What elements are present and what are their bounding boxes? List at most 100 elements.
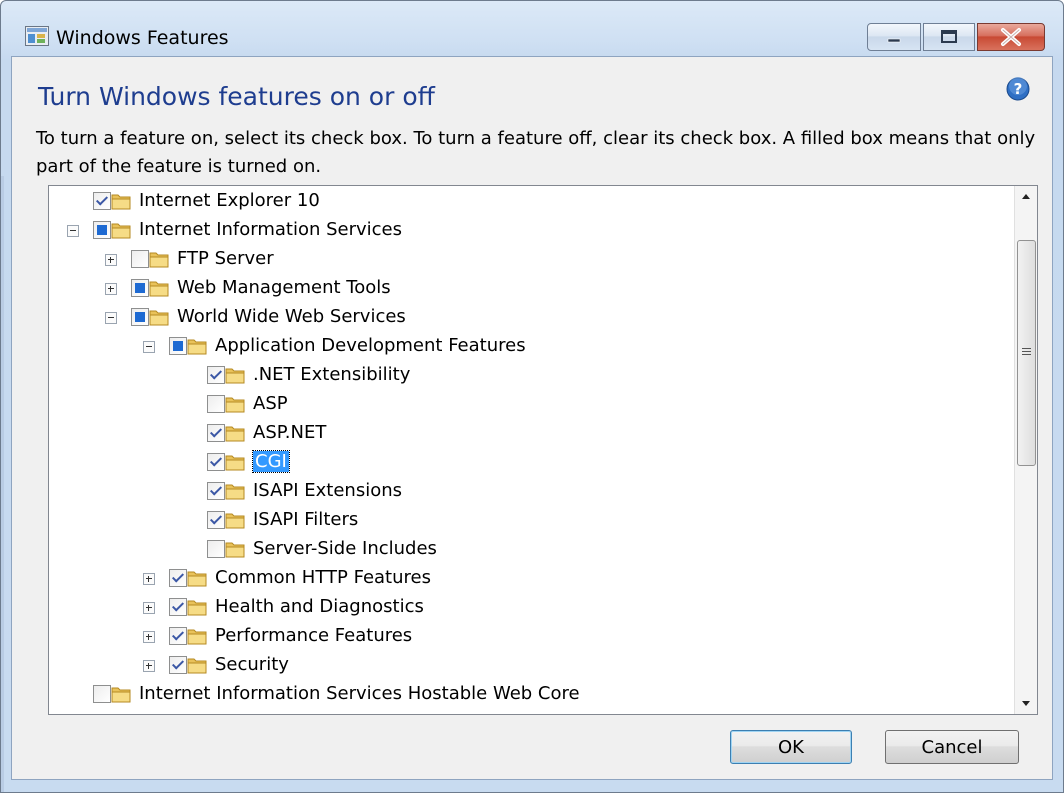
help-icon[interactable]: ? [1006,77,1030,101]
tree-item-label: Application Development Features [215,335,526,356]
feature-checkbox[interactable] [131,308,149,326]
feature-checkbox[interactable] [93,685,111,703]
tree-item[interactable]: ISAPI Filters [49,506,1009,535]
tree-item[interactable]: ISAPI Extensions [49,477,1009,506]
windows-features-window: Windows Features Turn Windows features o… [0,0,1064,793]
tree-item-label: Health and Diagnostics [215,596,424,617]
tree-item[interactable]: Web Management Tools [49,274,1009,303]
folder-icon [149,249,169,268]
vertical-scrollbar[interactable] [1014,186,1037,714]
folder-icon [225,365,245,384]
feature-checkbox[interactable] [169,656,187,674]
tree-item-label: Internet Explorer 10 [139,190,320,211]
folder-icon [111,191,131,210]
tree-item-label: Internet Information Services [139,219,403,240]
folder-icon [225,423,245,442]
title-bar[interactable]: Windows Features [1,1,1063,51]
expand-icon[interactable] [143,660,155,672]
tree-item[interactable]: FTP Server [49,245,1009,274]
feature-checkbox[interactable] [93,221,111,239]
tree-item[interactable]: Internet Information Services Hostable W… [49,680,1009,709]
tree-item[interactable]: .NET Extensibility [49,361,1009,390]
feature-checkbox[interactable] [207,482,225,500]
tree-item[interactable]: Performance Features [49,622,1009,651]
tree-item[interactable]: CGI [49,448,1009,477]
close-button[interactable] [977,23,1045,51]
page-title: Turn Windows features on or off [38,82,435,111]
collapse-icon[interactable] [105,312,117,324]
tree-item[interactable]: Health and Diagnostics [49,593,1009,622]
collapse-icon[interactable] [143,341,155,353]
tree-item[interactable]: World Wide Web Services [49,303,1009,332]
window-frame-edge [1,176,4,792]
tree-item-label: World Wide Web Services [177,306,406,327]
folder-icon [111,684,131,703]
folder-icon [149,278,169,297]
folder-icon [187,655,207,674]
feature-checkbox[interactable] [207,511,225,529]
folder-icon [225,510,245,529]
windows-features-icon [25,26,49,46]
feature-checkbox[interactable] [131,250,149,268]
tree-item[interactable]: ASP [49,390,1009,419]
tree-item-label: ISAPI Filters [253,509,359,530]
feature-checkbox[interactable] [169,598,187,616]
folder-icon [187,336,207,355]
tree-item[interactable]: Internet Information Services [49,216,1009,245]
features-tree[interactable]: Internet Explorer 10 Internet Information… [48,185,1038,715]
grip-icon [1022,348,1031,355]
feature-checkbox[interactable] [207,366,225,384]
feature-checkbox[interactable] [207,453,225,471]
tree-item[interactable]: Common HTTP Features [49,564,1009,593]
expand-icon[interactable] [143,573,155,585]
feature-checkbox[interactable] [207,424,225,442]
close-icon [1001,28,1021,46]
folder-icon [187,626,207,645]
tree-item[interactable]: Security [49,651,1009,680]
folder-icon [111,220,131,239]
scroll-up-button[interactable] [1015,186,1037,208]
folder-icon [225,539,245,558]
tree-item-label: CGI [252,450,290,473]
tree-item[interactable]: Internet Explorer 10 [49,187,1009,216]
tree-item-label: Server-Side Includes [253,538,437,559]
feature-checkbox[interactable] [131,279,149,297]
tree-item[interactable]: ASP.NET [49,419,1009,448]
scroll-down-button[interactable] [1015,692,1037,714]
folder-icon [225,394,245,413]
arrow-down-icon [1022,701,1030,706]
description-text: To turn a feature on, select its check b… [36,128,1036,177]
tree-item-label: ASP.NET [253,422,327,443]
svg-text:?: ? [1014,80,1023,98]
tree-item-label: ASP [253,393,288,414]
window-title: Windows Features [56,27,229,49]
tree-item-label: Performance Features [215,625,413,646]
folder-icon [225,481,245,500]
expand-icon[interactable] [143,631,155,643]
expand-icon[interactable] [143,602,155,614]
expand-icon[interactable] [105,254,117,266]
folder-icon [187,568,207,587]
tree-item[interactable]: Server-Side Includes [49,535,1009,564]
feature-checkbox[interactable] [169,337,187,355]
tree-item-label: .NET Extensibility [253,364,411,385]
collapse-icon[interactable] [67,225,79,237]
cancel-button[interactable]: Cancel [885,730,1019,764]
tree-item-label: ISAPI Extensions [253,480,403,501]
scroll-thumb[interactable] [1017,240,1036,466]
dialog-content: Turn Windows features on or off ? To tur… [11,56,1053,780]
expand-icon[interactable] [105,283,117,295]
minimize-button[interactable] [867,23,921,51]
feature-checkbox[interactable] [169,569,187,587]
folder-icon [149,307,169,326]
feature-checkbox[interactable] [93,192,111,210]
feature-checkbox[interactable] [169,627,187,645]
feature-checkbox[interactable] [207,395,225,413]
tree-item[interactable]: Application Development Features [49,332,1009,361]
maximize-icon [941,30,957,43]
ok-button[interactable]: OK [730,730,852,764]
maximize-button[interactable] [923,23,975,51]
feature-checkbox[interactable] [207,540,225,558]
tree-item-label: FTP Server [177,248,274,269]
folder-icon [225,452,245,471]
